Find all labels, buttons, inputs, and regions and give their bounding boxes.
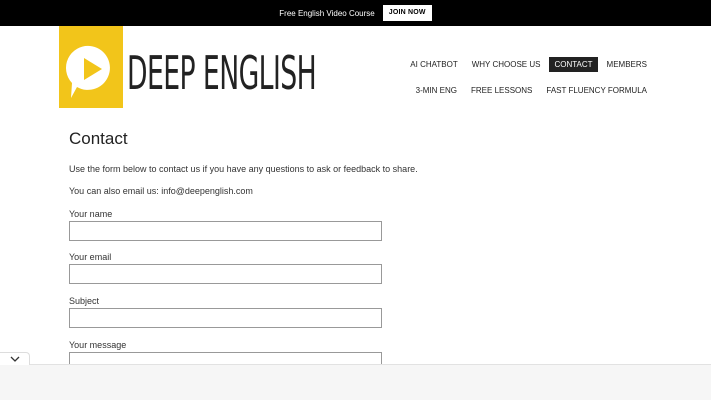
main-nav-row-2: 3-MIN ENG FREE LESSONS FAST FLUENCY FORM… [411,83,652,98]
nav-item-members[interactable]: MEMBERS [602,57,652,72]
play-icon [66,45,110,98]
announcement-text: Free English Video Course [279,8,375,18]
logo-wordmark[interactable]: DEEP ENGLISH [127,42,317,104]
nav-item-3-min-eng[interactable]: 3-MIN ENG [411,83,462,98]
chevron-down-icon [10,356,19,362]
collapse-tab[interactable] [0,352,30,365]
email-line: You can also email us: info@deepenglish.… [69,186,253,196]
page-title: Contact [69,129,128,148]
nav-item-fast-fluency-formula[interactable]: FAST FLUENCY FORMULA [541,83,652,98]
intro-text: Use the form below to contact us if you … [69,164,418,174]
announcement-bar: Free English Video Course JOIN NOW [0,0,711,26]
email-field[interactable] [69,264,382,284]
message-label: Your message [69,340,127,350]
join-now-button[interactable]: JOIN NOW [382,5,432,21]
name-field[interactable] [69,221,382,241]
subject-label: Subject [69,296,100,306]
bottom-bar [0,364,711,400]
nav-item-why-choose-us[interactable]: WHY CHOOSE US [467,57,546,72]
nav-item-contact[interactable]: CONTACT [549,57,598,72]
contact-content: Contact Use the form below to contact us… [69,126,669,392]
nav-item-free-lessons[interactable]: FREE LESSONS [466,83,537,98]
logo-mark[interactable] [59,26,123,108]
name-label: Your name [69,209,113,219]
main-nav-row-1: AI CHATBOT WHY CHOOSE US CONTACT MEMBERS [405,57,652,72]
nav-item-ai-chatbot[interactable]: AI CHATBOT [405,57,462,72]
subject-field[interactable] [69,308,382,328]
email-label: Your email [69,252,112,262]
